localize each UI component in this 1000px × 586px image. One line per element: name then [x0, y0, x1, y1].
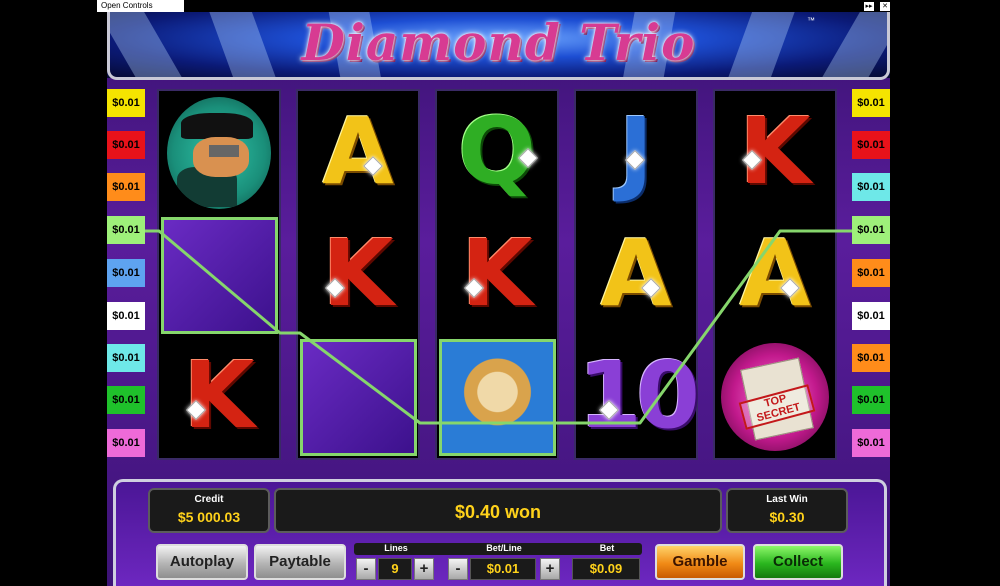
paytable-button[interactable]: Paytable: [254, 544, 346, 580]
game-logo: Diamond Trio: [301, 13, 696, 72]
ace-symbol: A: [600, 220, 672, 327]
lines-value: 9: [378, 558, 412, 580]
fast-forward-icon[interactable]: ▸▸: [864, 2, 874, 11]
collect-button[interactable]: Collect: [753, 544, 843, 580]
slot-game: Open Controls ▸▸ ✕ Diamond Trio ™ $0.01 …: [0, 0, 1000, 586]
line-marker[interactable]: $0.01: [107, 173, 145, 201]
line-marker[interactable]: $0.01: [852, 259, 890, 287]
bet-label: Bet: [599, 543, 615, 553]
ace-symbol: A: [739, 220, 811, 327]
line-marker[interactable]: $0.01: [107, 89, 145, 117]
credit-label: Credit: [194, 494, 224, 505]
line-marker[interactable]: $0.01: [107, 131, 145, 159]
last-win-value: $0.30: [769, 509, 805, 525]
message-display: $0.40 won: [274, 488, 722, 533]
reel-3: Q K: [435, 89, 559, 460]
line-marker[interactable]: $0.01: [852, 216, 890, 244]
lines-label: Lines: [384, 543, 408, 553]
line-marker[interactable]: $0.01: [107, 386, 145, 414]
sound-muted-icon[interactable]: ✕: [880, 2, 890, 11]
reel-1: K: [157, 89, 281, 460]
spy-agent-symbol: [159, 93, 279, 214]
autoplay-button[interactable]: Autoplay: [156, 544, 248, 580]
queen-symbol: Q: [457, 98, 538, 205]
line-marker[interactable]: $0.01: [107, 259, 145, 287]
line-marker[interactable]: $0.01: [107, 344, 145, 372]
ten-symbol: 10: [577, 342, 700, 449]
gamble-button[interactable]: Gamble: [655, 544, 745, 580]
king-symbol: K: [739, 98, 811, 205]
line-marker[interactable]: $0.01: [107, 302, 145, 330]
last-win-label: Last Win: [766, 494, 808, 505]
top-secret-symbol: TOP SECRET: [715, 337, 835, 458]
lines-plus-button[interactable]: +: [414, 558, 434, 580]
reel-2: A K: [296, 89, 420, 460]
wild-diamond-symbol: [159, 215, 279, 336]
king-symbol: K: [183, 342, 255, 449]
line-marker[interactable]: $0.01: [107, 429, 145, 457]
trademark-mark: ™: [807, 16, 815, 25]
line-marker[interactable]: $0.01: [852, 386, 890, 414]
last-win-display: Last Win $0.30: [726, 488, 848, 533]
open-controls-button[interactable]: Open Controls: [97, 0, 184, 12]
ace-symbol: A: [322, 98, 394, 205]
king-symbol: K: [461, 220, 533, 327]
bet-line-minus-button[interactable]: -: [448, 558, 468, 580]
jack-symbol: J: [576, 93, 696, 214]
win-message: $0.40 won: [454, 502, 542, 522]
line-marker[interactable]: $0.01: [852, 173, 890, 201]
reel-5: K A TOP SECRET: [713, 89, 837, 460]
line-marker[interactable]: $0.01: [852, 89, 890, 117]
top-bar: Open Controls ▸▸ ✕: [0, 0, 1000, 12]
line-marker[interactable]: $0.01: [852, 131, 890, 159]
king-symbol: K: [322, 220, 394, 327]
wild-diamond-symbol: [298, 337, 418, 458]
credit-display: Credit $5 000.03: [148, 488, 270, 533]
line-marker[interactable]: $0.01: [852, 302, 890, 330]
bet-line-value: $0.01: [470, 558, 536, 580]
blonde-woman-symbol: [437, 337, 557, 458]
line-marker[interactable]: $0.01: [852, 344, 890, 372]
credit-value: $5 000.03: [177, 509, 241, 525]
reel-4: J A 10: [574, 89, 700, 460]
bet-value: $0.09: [572, 558, 640, 580]
lines-minus-button[interactable]: -: [356, 558, 376, 580]
line-marker[interactable]: $0.01: [107, 216, 145, 244]
bet-line-label: Bet/Line: [486, 543, 522, 553]
line-marker[interactable]: $0.01: [852, 429, 890, 457]
game-header: Diamond Trio ™: [107, 12, 890, 78]
bet-line-plus-button[interactable]: +: [540, 558, 560, 580]
